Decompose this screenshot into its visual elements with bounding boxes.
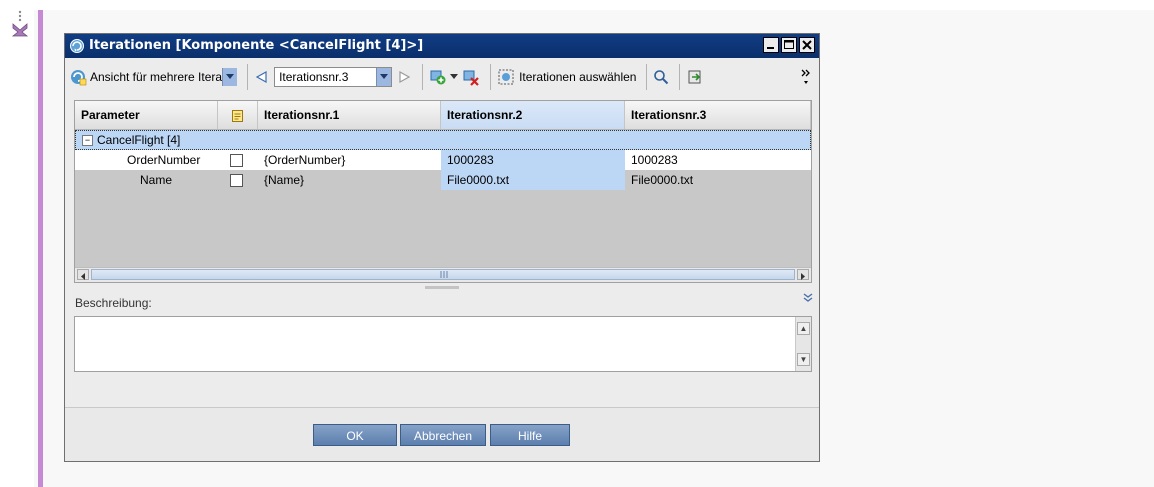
overflow-chevron-icon xyxy=(801,69,810,84)
table-row[interactable]: Name {Name} File0000.txt File0000.txt xyxy=(75,170,811,190)
comment-cell[interactable] xyxy=(218,170,258,190)
iteration-2-cell[interactable]: 1000283 xyxy=(441,150,625,170)
toolbar: Ansicht für mehrere Itera Iterationsnr.3 xyxy=(69,60,815,94)
iteration-3-cell[interactable]: 1000283 xyxy=(625,150,811,170)
row-checkbox[interactable] xyxy=(230,154,243,168)
toolbar-separator xyxy=(247,64,249,90)
select-iterations-label: Iterationen auswählen xyxy=(519,70,637,84)
search-icon xyxy=(654,70,669,85)
dialog-title: Iterationen [Komponente <CancelFlight [4… xyxy=(89,38,424,53)
add-iteration-icon xyxy=(430,70,446,85)
chevron-down-icon[interactable] xyxy=(376,68,392,86)
iterations-dialog: Iterationen [Komponente <CancelFlight [4… xyxy=(64,33,820,462)
iteration-3-cell[interactable]: File0000.txt xyxy=(625,170,811,190)
iterations-grid[interactable]: Parameter Iterationsnr.1 Iterationsnr.2 … xyxy=(74,100,812,283)
column-header-iteration-3[interactable]: Iterationsnr.3 xyxy=(625,101,811,129)
select-iterations-icon xyxy=(498,69,514,85)
help-button[interactable]: Hilfe xyxy=(490,424,570,446)
search-button[interactable] xyxy=(653,64,669,90)
minimize-icon xyxy=(767,47,774,49)
column-header-iteration-2[interactable]: Iterationsnr.2 xyxy=(441,101,625,129)
export-button[interactable] xyxy=(686,64,704,90)
maximize-button[interactable] xyxy=(781,37,797,53)
view-mode-selector[interactable]: Ansicht für mehrere Itera xyxy=(69,64,238,90)
grip-icon xyxy=(440,271,448,278)
multi-iteration-view-icon xyxy=(71,70,87,86)
arrow-right-icon xyxy=(399,70,411,84)
toolbar-separator xyxy=(679,64,681,90)
column-header-iteration-1[interactable]: Iterationsnr.1 xyxy=(258,101,441,129)
group-label: CancelFlight [4] xyxy=(97,133,181,147)
view-mode-label: Ansicht für mehrere Itera xyxy=(90,70,223,84)
note-icon xyxy=(232,109,243,122)
arrow-left-icon xyxy=(255,70,267,84)
close-button[interactable] xyxy=(799,37,815,53)
iteration-1-cell[interactable]: {OrderNumber} xyxy=(258,150,441,170)
scroll-left-button[interactable] xyxy=(77,269,89,280)
chevron-down-icon[interactable] xyxy=(450,74,459,80)
iterations-app-icon xyxy=(70,39,84,53)
delete-iteration-button[interactable] xyxy=(462,64,480,90)
close-icon xyxy=(802,40,812,50)
scroll-right-button[interactable] xyxy=(797,269,809,280)
collapse-icon[interactable]: − xyxy=(82,135,93,147)
table-row[interactable]: OrderNumber {OrderNumber} 1000283 100028… xyxy=(75,150,811,170)
description-textarea[interactable]: ▲ ▼ xyxy=(74,316,812,372)
toolbar-separator xyxy=(490,64,492,90)
title-bar[interactable]: Iterationen [Komponente <CancelFlight [4… xyxy=(65,34,819,58)
dialog-footer: OK Abbrechen Hilfe xyxy=(65,408,819,461)
parameter-cell[interactable]: Name xyxy=(75,170,218,190)
horizontal-scrollbar[interactable] xyxy=(75,267,811,282)
expand-chevron-icon[interactable] xyxy=(803,293,813,303)
toolbar-separator xyxy=(422,64,424,90)
maximize-icon xyxy=(784,40,794,49)
connector-icon[interactable] xyxy=(10,10,30,38)
toolbar-separator xyxy=(646,64,648,90)
margin-bar xyxy=(38,10,43,487)
select-iterations-button[interactable]: Iterationen auswählen xyxy=(497,64,636,90)
comment-cell[interactable] xyxy=(218,150,258,170)
scroll-down-button[interactable]: ▼ xyxy=(797,353,810,366)
view-mode-dropdown[interactable] xyxy=(222,67,238,87)
next-iteration-button[interactable] xyxy=(396,64,412,90)
pane-splitter[interactable] xyxy=(425,286,459,289)
previous-iteration-button[interactable] xyxy=(254,64,270,90)
column-header-comment[interactable] xyxy=(218,101,258,129)
minimize-button[interactable] xyxy=(763,37,779,53)
parameter-cell[interactable]: OrderNumber xyxy=(75,150,218,170)
scroll-left-icon xyxy=(81,273,85,280)
chevron-down-icon[interactable] xyxy=(222,68,238,86)
cancel-button[interactable]: Abbrechen xyxy=(400,424,486,446)
toolbar-overflow-button[interactable] xyxy=(801,64,811,90)
group-row-cancelflight[interactable]: − CancelFlight [4] xyxy=(75,130,811,150)
iteration-2-cell[interactable]: File0000.txt xyxy=(441,170,625,190)
export-icon xyxy=(688,70,701,84)
iteration-1-cell[interactable]: {Name} xyxy=(258,170,441,190)
add-iteration-button[interactable] xyxy=(429,64,459,90)
iteration-number-value: Iterationsnr.3 xyxy=(279,70,349,84)
ok-button[interactable]: OK xyxy=(313,424,397,446)
vertical-scrollbar[interactable]: ▲ ▼ xyxy=(795,317,811,371)
scroll-up-button[interactable]: ▲ xyxy=(797,322,810,335)
row-checkbox[interactable] xyxy=(230,174,243,188)
scroll-right-icon xyxy=(801,273,805,280)
delete-iteration-icon xyxy=(463,70,479,86)
grid-header: Parameter Iterationsnr.1 Iterationsnr.2 … xyxy=(75,101,811,130)
iteration-number-select[interactable]: Iterationsnr.3 xyxy=(274,67,393,87)
column-header-parameter[interactable]: Parameter xyxy=(75,101,218,129)
description-label: Beschreibung: xyxy=(75,296,152,310)
scroll-thumb[interactable] xyxy=(91,269,795,280)
